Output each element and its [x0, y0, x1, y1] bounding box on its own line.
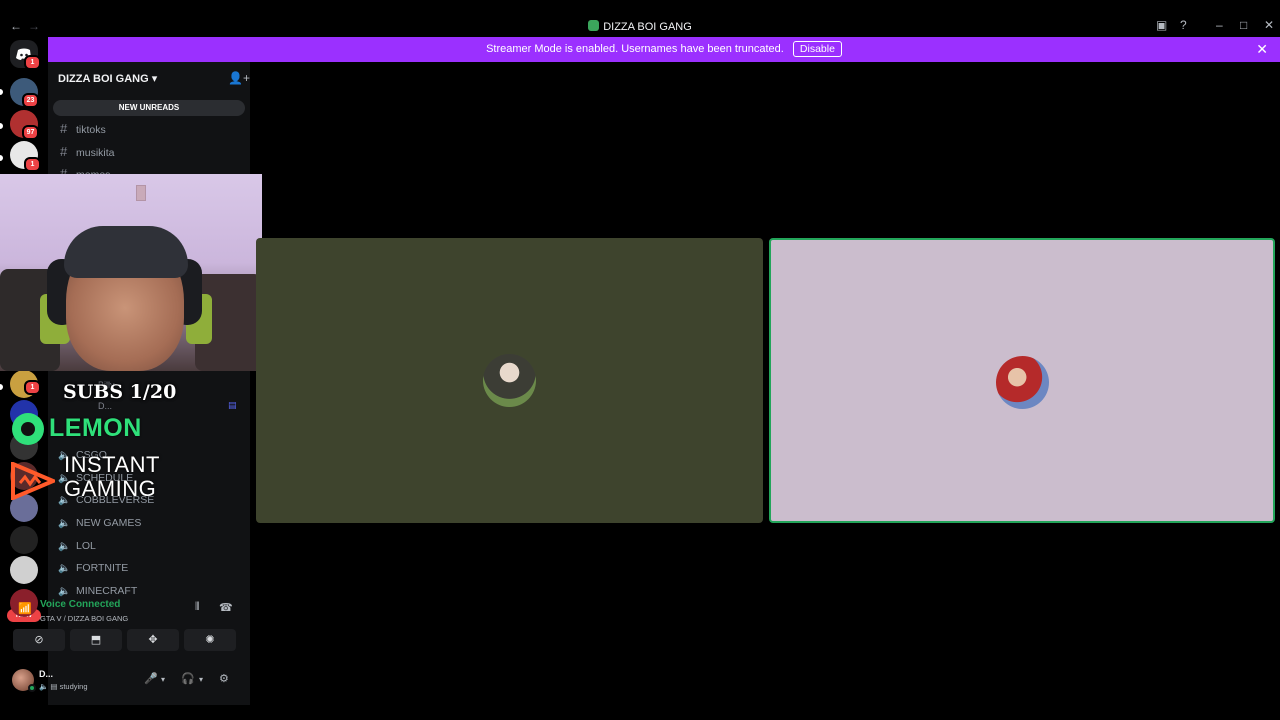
channel-label: tiktoks [76, 124, 106, 136]
camera-off-icon: ⊘ [34, 634, 44, 646]
voice-location[interactable]: GTA V / DIZZA BOI GANG [40, 614, 128, 623]
participant-tile[interactable] [256, 238, 763, 523]
guild-header[interactable]: DIZZA BOI GANG ▾ [58, 72, 157, 85]
streamer-cap [64, 226, 188, 278]
channel-label: LOL [76, 540, 96, 552]
chevron-down-icon: ▾ [151, 73, 158, 85]
noise-suppression-icon[interactable]: ⫴ [195, 601, 200, 614]
inbox-icon[interactable]: ▣ [1156, 18, 1167, 32]
channel-label: NEW GAMES [76, 517, 142, 529]
new-unreads-button[interactable]: NEW UNREADS [53, 100, 245, 116]
server-icon[interactable] [10, 526, 38, 554]
channel-label: musikita [76, 147, 115, 159]
activity-text: studying [59, 682, 88, 691]
streamer-webcam [0, 174, 262, 371]
channel-label: FORTNITE [76, 562, 129, 574]
chevron-down-icon[interactable]: ▾ [199, 675, 203, 684]
gear-icon[interactable]: ⚙ [219, 672, 229, 685]
voice-channel-lol[interactable]: 🔈 LOL [58, 540, 96, 552]
user-activity: 🔈 ▤ studying [39, 682, 88, 691]
chevron-down-icon[interactable]: ▾ [161, 675, 165, 684]
guild-icon [588, 20, 600, 31]
banner-text: Streamer Mode is enabled. Usernames have… [486, 43, 784, 55]
maximize-icon[interactable]: □ [1240, 18, 1247, 32]
speaker-icon: 🔈 [58, 518, 71, 529]
window-title-text: DIZZA BOI GANG [603, 21, 692, 33]
voice-channel-new-games[interactable]: 🔈 NEW GAMES [58, 517, 141, 529]
hash-icon: # [60, 121, 68, 136]
screen-share-button[interactable]: ⬒ [70, 629, 122, 651]
voice-channel-fortnite[interactable]: 🔈 FORTNITE [58, 562, 128, 574]
voice-connection-panel: 📶 Voice Connected GTA V / DIZZA BOI GANG… [5, 592, 245, 660]
voice-status[interactable]: Voice Connected [40, 599, 120, 610]
instant-gaming-text: INSTANT GAMING [64, 453, 160, 501]
server-badge: 97 [22, 125, 39, 140]
camera-toggle-button[interactable]: ⊘ [13, 629, 65, 651]
activities-icon: ✥ [148, 634, 158, 646]
disconnect-icon[interactable]: ☎ [219, 601, 233, 614]
server-badge: 23 [22, 93, 39, 108]
server-badge: 1 [24, 380, 41, 395]
speaker-icon: 🔈 [58, 541, 71, 552]
participant-tile-speaking[interactable] [769, 238, 1275, 523]
user-panel: D... 🔈 ▤ studying 🎤 ▾ 🎧 ▾ ⚙ [5, 664, 245, 698]
banner-close-icon[interactable]: ✕ [1256, 37, 1268, 62]
microphone-icon[interactable]: 🎤 [144, 672, 158, 685]
online-status-dot [28, 684, 36, 692]
close-window-icon[interactable]: ✕ [1264, 18, 1274, 32]
instant-text: INSTANT [64, 452, 160, 477]
subs-goal: SUBS 1/20 [63, 381, 177, 403]
wall-plate [136, 185, 146, 201]
text-channel-musikita[interactable]: # musikita [60, 144, 115, 159]
participant-avatar [483, 354, 536, 407]
activities-button[interactable]: ✥ [127, 629, 179, 651]
help-icon[interactable]: ? [1180, 18, 1187, 32]
streamer-mode-banner: Streamer Mode is enabled. Usernames have… [48, 37, 1280, 62]
gaming-text: GAMING [64, 476, 157, 501]
unread-pill [0, 384, 3, 390]
participant-avatar [996, 356, 1049, 409]
username[interactable]: D... [39, 669, 53, 679]
signal-icon[interactable]: 📶 [18, 602, 32, 615]
window-title: DIZZA BOI GANG [0, 20, 1280, 33]
text-channel-tiktoks[interactable]: # tiktoks [60, 121, 106, 136]
activity-icon: ▤ [228, 400, 237, 410]
unread-pill [0, 89, 3, 95]
disable-streamer-mode-button[interactable]: Disable [792, 41, 842, 57]
unread-pill [0, 155, 3, 161]
unread-pill [0, 123, 3, 129]
instant-gaming-logo-icon [11, 462, 55, 500]
server-icon[interactable] [10, 556, 38, 584]
invite-people-icon[interactable]: 👤+ [228, 71, 250, 85]
hash-icon: # [60, 144, 68, 159]
window-titlebar: ← → DIZZA BOI GANG ▣ ? – □ ✕ [0, 16, 1280, 37]
soundboard-button[interactable]: ✺ [184, 629, 236, 651]
home-badge: 1 [24, 55, 41, 70]
screen-share-icon: ⬒ [90, 634, 102, 646]
guild-name: DIZZA BOI GANG [58, 73, 149, 85]
lemon-logo-icon [12, 413, 44, 445]
speaker-icon: 🔈 [58, 563, 71, 574]
server-badge: 1 [24, 157, 41, 172]
minimize-icon[interactable]: – [1216, 18, 1223, 32]
headphones-icon[interactable]: 🎧 [181, 672, 195, 685]
lemon-text: LEMON [49, 414, 142, 442]
soundboard-icon: ✺ [205, 634, 215, 646]
